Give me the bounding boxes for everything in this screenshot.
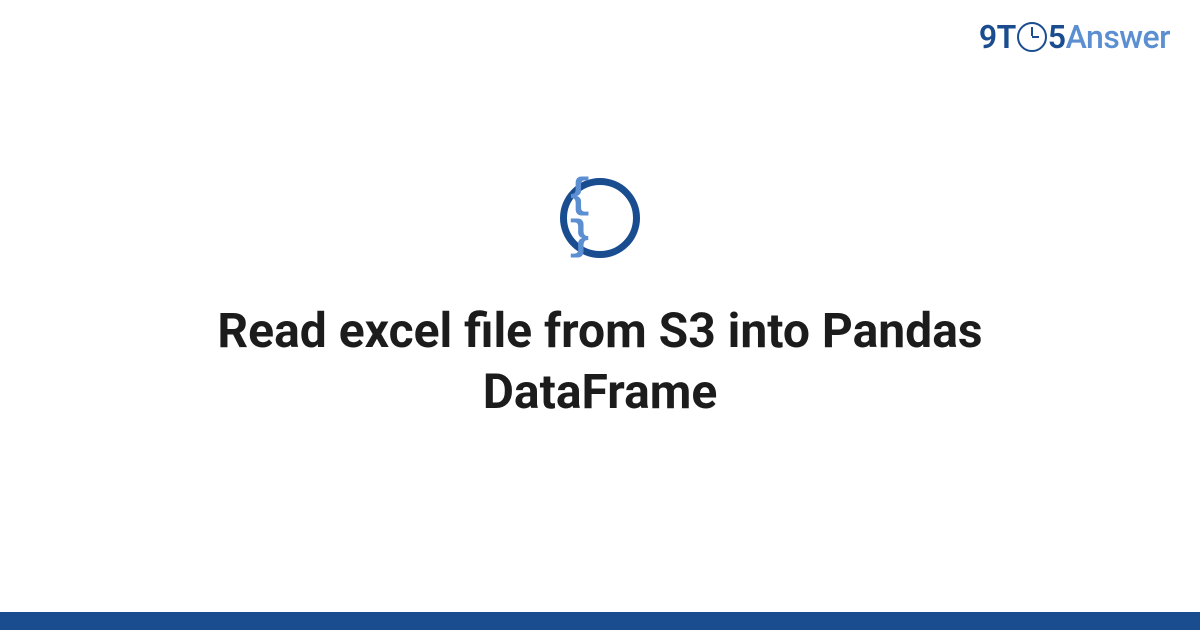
main-content: { } Read excel file from S3 into Pandas … [0, 0, 1200, 630]
page-title: Read excel file from S3 into Pandas Data… [150, 300, 1050, 423]
braces-glyph: { } [567, 175, 633, 259]
icon-wrapper: { } [560, 178, 640, 258]
code-braces-icon: { } [560, 178, 640, 258]
footer-accent-bar [0, 612, 1200, 630]
